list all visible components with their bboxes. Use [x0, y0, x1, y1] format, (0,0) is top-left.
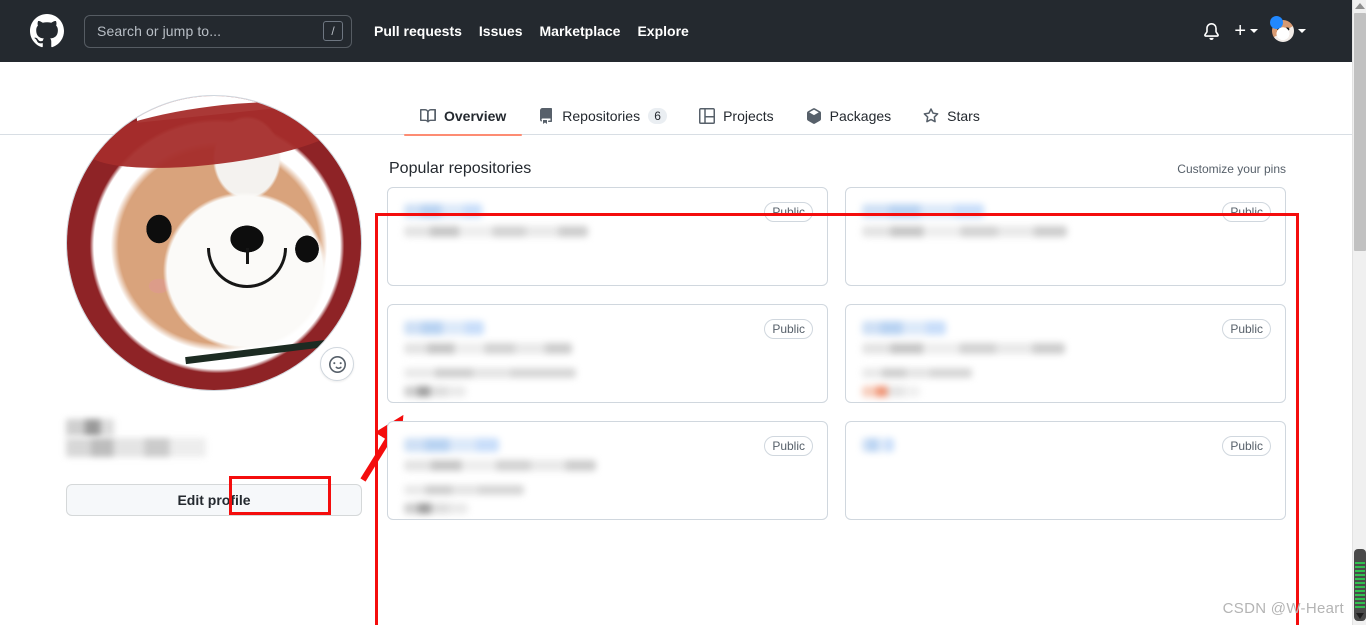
visibility-badge: Public — [764, 202, 813, 222]
smiley-icon — [328, 355, 346, 373]
page-body: Overview Repositories 6 Projects Package… — [0, 62, 1352, 625]
repo-description-redacted — [404, 343, 572, 354]
nav-explore[interactable]: Explore — [637, 23, 688, 39]
repo-meta-redacted — [404, 368, 576, 378]
vertical-scrollbar[interactable] — [1352, 0, 1366, 625]
repo-description-redacted — [862, 226, 1067, 237]
repo-card[interactable]: Public — [845, 304, 1286, 403]
avatar-image — [67, 96, 361, 390]
create-new-button[interactable]: + — [1234, 20, 1258, 42]
scroll-indicator-widget — [1354, 549, 1366, 621]
avatar-detail — [246, 248, 249, 264]
edit-profile-button[interactable]: Edit profile — [66, 484, 362, 516]
status-badge — [1270, 16, 1283, 29]
plus-icon: + — [1234, 20, 1246, 42]
top-header-bar: Search or jump to... / Pull requests Iss… — [0, 0, 1352, 62]
avatar-detail — [82, 96, 350, 180]
bell-icon[interactable] — [1203, 22, 1220, 41]
scrollbar-thumb[interactable] — [1354, 13, 1366, 251]
user-menu-button[interactable] — [1270, 16, 1306, 42]
repo-meta-redacted — [404, 485, 524, 495]
scroll-indicator-bars — [1355, 562, 1365, 608]
project-icon — [699, 108, 716, 124]
repo-name-redacted — [404, 438, 499, 452]
repo-meta-redacted — [862, 368, 972, 378]
search-shortcut-badge: / — [323, 21, 343, 41]
repo-card[interactable]: Public — [387, 421, 828, 520]
profile-tabs: Overview Repositories 6 Projects Package… — [404, 92, 996, 136]
visibility-badge: Public — [764, 319, 813, 339]
repo-card[interactable]: Public — [845, 187, 1286, 286]
visibility-badge: Public — [1222, 436, 1271, 456]
avatar — [1270, 16, 1294, 42]
repo-name-redacted — [404, 321, 484, 335]
repo-description-redacted — [404, 226, 588, 237]
header-nav: Pull requests Issues Marketplace Explore — [374, 23, 689, 39]
scroll-up-arrow-icon[interactable] — [1355, 3, 1365, 9]
tab-label: Projects — [723, 108, 774, 124]
repo-language-redacted — [862, 386, 920, 397]
repo-name-redacted — [862, 204, 984, 218]
header-right-actions: + — [1203, 16, 1336, 42]
repo-card[interactable]: Public — [387, 304, 828, 403]
profile-username-redacted — [66, 438, 206, 457]
search-placeholder: Search or jump to... — [97, 23, 222, 39]
customize-pins-link[interactable]: Customize your pins — [1177, 162, 1286, 176]
tab-label: Repositories — [562, 108, 641, 124]
visibility-badge: Public — [1222, 319, 1271, 339]
repo-name-redacted — [404, 204, 482, 218]
chevron-down-icon — [1298, 29, 1306, 33]
tab-projects[interactable]: Projects — [683, 108, 790, 136]
repo-icon — [538, 108, 554, 124]
pinned-header: Popular repositories Customize your pins — [389, 160, 1286, 178]
tab-stars[interactable]: Stars — [907, 108, 996, 136]
tab-label: Packages — [829, 108, 892, 124]
avatar-detail — [185, 338, 335, 365]
nav-pull-requests[interactable]: Pull requests — [374, 23, 462, 39]
repo-card[interactable]: Public — [845, 421, 1286, 520]
repo-grid: Public Public Public Public Public Publi… — [387, 187, 1287, 520]
tab-label: Overview — [444, 108, 507, 124]
chevron-down-icon — [1250, 29, 1258, 33]
repo-description-redacted — [404, 460, 596, 471]
github-profile-page: Search or jump to... / Pull requests Iss… — [0, 0, 1366, 625]
profile-avatar-wrap — [66, 95, 362, 391]
repo-language-redacted — [404, 386, 466, 397]
github-mark-icon[interactable] — [30, 14, 64, 48]
tab-repositories[interactable]: Repositories 6 — [522, 108, 683, 136]
book-icon — [420, 108, 436, 124]
repo-name-redacted — [862, 438, 894, 452]
set-status-button[interactable] — [320, 347, 354, 381]
visibility-badge: Public — [764, 436, 813, 456]
package-icon — [806, 108, 822, 124]
tab-overview[interactable]: Overview — [404, 108, 523, 136]
repo-language-redacted — [404, 503, 468, 514]
scroll-indicator-tip — [1356, 613, 1364, 619]
page-title: Popular repositories — [389, 160, 532, 177]
repo-card[interactable]: Public — [387, 187, 828, 286]
repo-description-redacted — [862, 343, 1065, 354]
visibility-badge: Public — [1222, 202, 1271, 222]
nav-marketplace[interactable]: Marketplace — [540, 23, 621, 39]
tab-label: Stars — [947, 108, 980, 124]
search-input[interactable]: Search or jump to... / — [84, 14, 352, 48]
watermark: CSDN @W-Heart — [1222, 600, 1344, 617]
repo-name-redacted — [862, 321, 946, 335]
profile-display-name-redacted — [66, 419, 114, 436]
tab-packages[interactable]: Packages — [790, 108, 907, 136]
star-icon — [923, 108, 939, 124]
profile-avatar[interactable] — [66, 95, 362, 391]
tab-count-badge: 6 — [648, 108, 668, 124]
nav-issues[interactable]: Issues — [479, 23, 523, 39]
